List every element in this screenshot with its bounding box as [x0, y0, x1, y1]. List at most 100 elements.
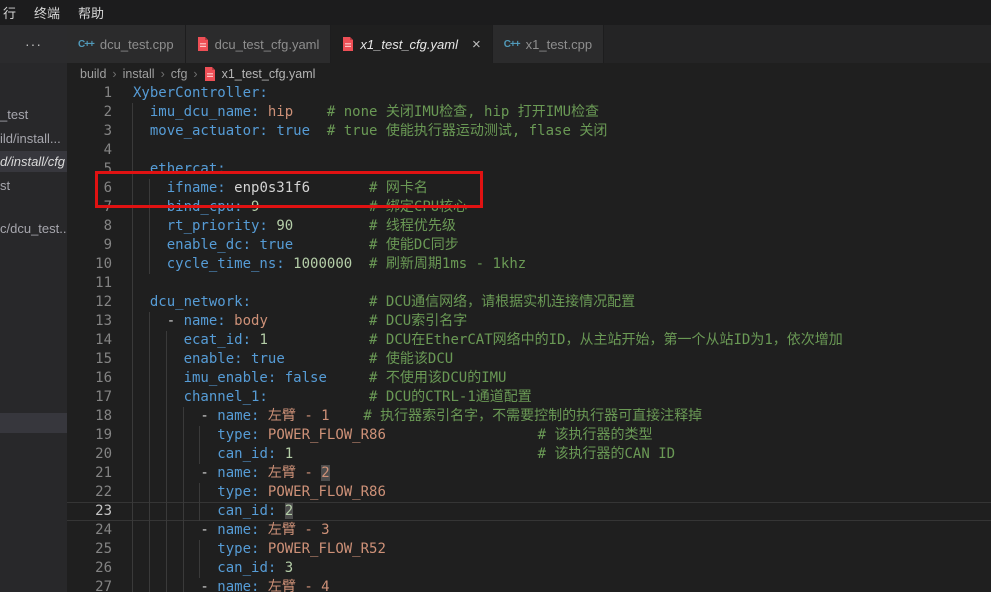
- tab-x1_test.cpp[interactable]: C++x1_test.cpp: [493, 25, 604, 63]
- indent-guide: [199, 559, 200, 578]
- code-line-20[interactable]: 20 can_id: 1 # 该执行器的CAN ID: [67, 445, 991, 464]
- line-number[interactable]: 1: [67, 84, 112, 103]
- line-number[interactable]: 17: [67, 388, 112, 407]
- indent-guide: [132, 122, 133, 141]
- code-line-12[interactable]: 12 dcu_network: # DCU通信网络，请根据实机连接情况配置: [67, 293, 991, 312]
- breadcrumb: build›install›cfg›x1_test_cfg.yaml: [67, 63, 991, 84]
- line-number[interactable]: 27: [67, 578, 112, 592]
- sidebar-item-3[interactable]: st: [0, 175, 67, 196]
- code-line-5[interactable]: 5 ethercat:: [67, 160, 991, 179]
- code-line-18[interactable]: 18 - name: 左臂 - 1 # 执行器索引名字，不需要控制的执行器可直接…: [67, 407, 991, 426]
- code-line-25[interactable]: 25 type: POWER_FLOW_R52: [67, 540, 991, 559]
- tab-x1_test_cfg.yaml[interactable]: x1_test_cfg.yaml×: [331, 25, 492, 63]
- code-line-27[interactable]: 27 - name: 左臂 - 4: [67, 578, 991, 592]
- code-line-26[interactable]: 26 can_id: 3: [67, 559, 991, 578]
- code-token: [276, 503, 284, 519]
- line-number[interactable]: 19: [67, 426, 112, 445]
- code-token: [259, 579, 267, 592]
- line-number[interactable]: 8: [67, 217, 112, 236]
- code-line-23[interactable]: 23 can_id: 2: [67, 502, 991, 521]
- more-actions-icon[interactable]: ···: [25, 36, 42, 52]
- sidebar-item-4[interactable]: c/dcu_test...: [0, 218, 67, 239]
- code-line-3[interactable]: 3 move_actuator: true # true 使能执行器运动测试, …: [67, 122, 991, 141]
- tab-close-icon[interactable]: ×: [472, 37, 481, 52]
- code-line-22[interactable]: 22 type: POWER_FLOW_R86: [67, 483, 991, 502]
- menu-item-1[interactable]: 终端: [25, 3, 69, 22]
- code-token: [259, 484, 267, 500]
- line-number[interactable]: 24: [67, 521, 112, 540]
- indent-guide: [183, 445, 184, 464]
- line-number[interactable]: 16: [67, 369, 112, 388]
- indent-guide: [149, 369, 150, 388]
- code-token: name:: [217, 408, 259, 424]
- code-line-19[interactable]: 19 type: POWER_FLOW_R86 # 该执行器的类型: [67, 426, 991, 445]
- breadcrumb-file[interactable]: x1_test_cfg.yaml: [222, 67, 316, 81]
- line-number[interactable]: 12: [67, 293, 112, 312]
- code-line-2[interactable]: 2 imu_dcu_name: hip # none 关闭IMU检查, hip …: [67, 103, 991, 122]
- line-number[interactable]: 9: [67, 236, 112, 255]
- yaml-file-icon: [197, 37, 209, 51]
- code-line-1[interactable]: 1XyberController:: [67, 84, 991, 103]
- line-number[interactable]: 25: [67, 540, 112, 559]
- line-number[interactable]: 2: [67, 103, 112, 122]
- code-content: move_actuator: true # true 使能执行器运动测试, fl…: [112, 122, 991, 141]
- tab-dcu_test.cpp[interactable]: C++dcu_test.cpp: [67, 25, 186, 63]
- code-line-7[interactable]: 7 bind_cpu: 9 # 绑定CPU核心: [67, 198, 991, 217]
- code-line-24[interactable]: 24 - name: 左臂 - 3: [67, 521, 991, 540]
- sidebar-item-2[interactable]: d/install/cfg: [0, 151, 67, 172]
- line-number[interactable]: 7: [67, 198, 112, 217]
- code-editor[interactable]: 1XyberController:2 imu_dcu_name: hip # n…: [67, 84, 991, 592]
- line-number[interactable]: 20: [67, 445, 112, 464]
- line-number[interactable]: 15: [67, 350, 112, 369]
- indent-guide: [132, 521, 133, 540]
- code-line-14[interactable]: 14 ecat_id: 1 # DCU在EtherCAT网络中的ID，从主站开始…: [67, 331, 991, 350]
- code-line-4[interactable]: 4: [67, 141, 991, 160]
- line-number[interactable]: 14: [67, 331, 112, 350]
- breadcrumb-item[interactable]: install: [123, 67, 155, 81]
- indent-guide: [199, 426, 200, 445]
- line-number[interactable]: 3: [67, 122, 112, 141]
- sidebar-item-0[interactable]: _test: [0, 104, 67, 125]
- indent-guide: [149, 578, 150, 592]
- code-token: [133, 332, 184, 348]
- line-number[interactable]: 13: [67, 312, 112, 331]
- indent-guide: [183, 559, 184, 578]
- line-number[interactable]: 10: [67, 255, 112, 274]
- indent-guide: [166, 502, 167, 521]
- indent-guide: [132, 445, 133, 464]
- sidebar-item-1[interactable]: ild/install...: [0, 128, 67, 149]
- code-line-16[interactable]: 16 imu_enable: false # 不使用该DCU的IMU: [67, 369, 991, 388]
- code-line-9[interactable]: 9 enable_dc: true # 使能DC同步: [67, 236, 991, 255]
- code-line-11[interactable]: 11: [67, 274, 991, 293]
- code-token: -: [133, 579, 217, 592]
- indent-guide: [149, 255, 150, 274]
- tab-label: dcu_test.cpp: [100, 37, 174, 52]
- indent-guide: [149, 426, 150, 445]
- code-token: [386, 427, 538, 443]
- line-number[interactable]: 22: [67, 483, 112, 502]
- line-number[interactable]: 26: [67, 559, 112, 578]
- code-line-17[interactable]: 17 channel_1: # DCU的CTRL-1通道配置: [67, 388, 991, 407]
- tab-dcu_test_cfg.yaml[interactable]: dcu_test_cfg.yaml: [186, 25, 332, 63]
- code-content: type: POWER_FLOW_R52: [112, 540, 991, 559]
- line-number[interactable]: 5: [67, 160, 112, 179]
- code-line-13[interactable]: 13 - name: body # DCU索引名字: [67, 312, 991, 331]
- menu-item-2[interactable]: 帮助: [69, 3, 113, 22]
- code-line-15[interactable]: 15 enable: true # 使能该DCU: [67, 350, 991, 369]
- code-content: ecat_id: 1 # DCU在EtherCAT网络中的ID，从主站开始，第一…: [112, 331, 991, 350]
- code-token: can_id:: [217, 503, 276, 519]
- menu-item-0[interactable]: 行: [0, 3, 25, 22]
- code-line-8[interactable]: 8 rt_priority: 90 # 线程优先级: [67, 217, 991, 236]
- breadcrumb-item[interactable]: cfg: [171, 67, 188, 81]
- line-number[interactable]: 23: [67, 502, 112, 521]
- line-number[interactable]: 11: [67, 274, 112, 293]
- line-number[interactable]: 6: [67, 179, 112, 198]
- code-line-21[interactable]: 21 - name: 左臂 - 2: [67, 464, 991, 483]
- line-number[interactable]: 18: [67, 407, 112, 426]
- code-line-10[interactable]: 10 cycle_time_ns: 1000000 # 刷新周期1ms - 1k…: [67, 255, 991, 274]
- code-line-6[interactable]: 6 ifname: enp0s31f6 # 网卡名: [67, 179, 991, 198]
- line-number[interactable]: 21: [67, 464, 112, 483]
- sidebar-selected-row[interactable]: [0, 413, 67, 433]
- breadcrumb-item[interactable]: build: [80, 67, 106, 81]
- line-number[interactable]: 4: [67, 141, 112, 160]
